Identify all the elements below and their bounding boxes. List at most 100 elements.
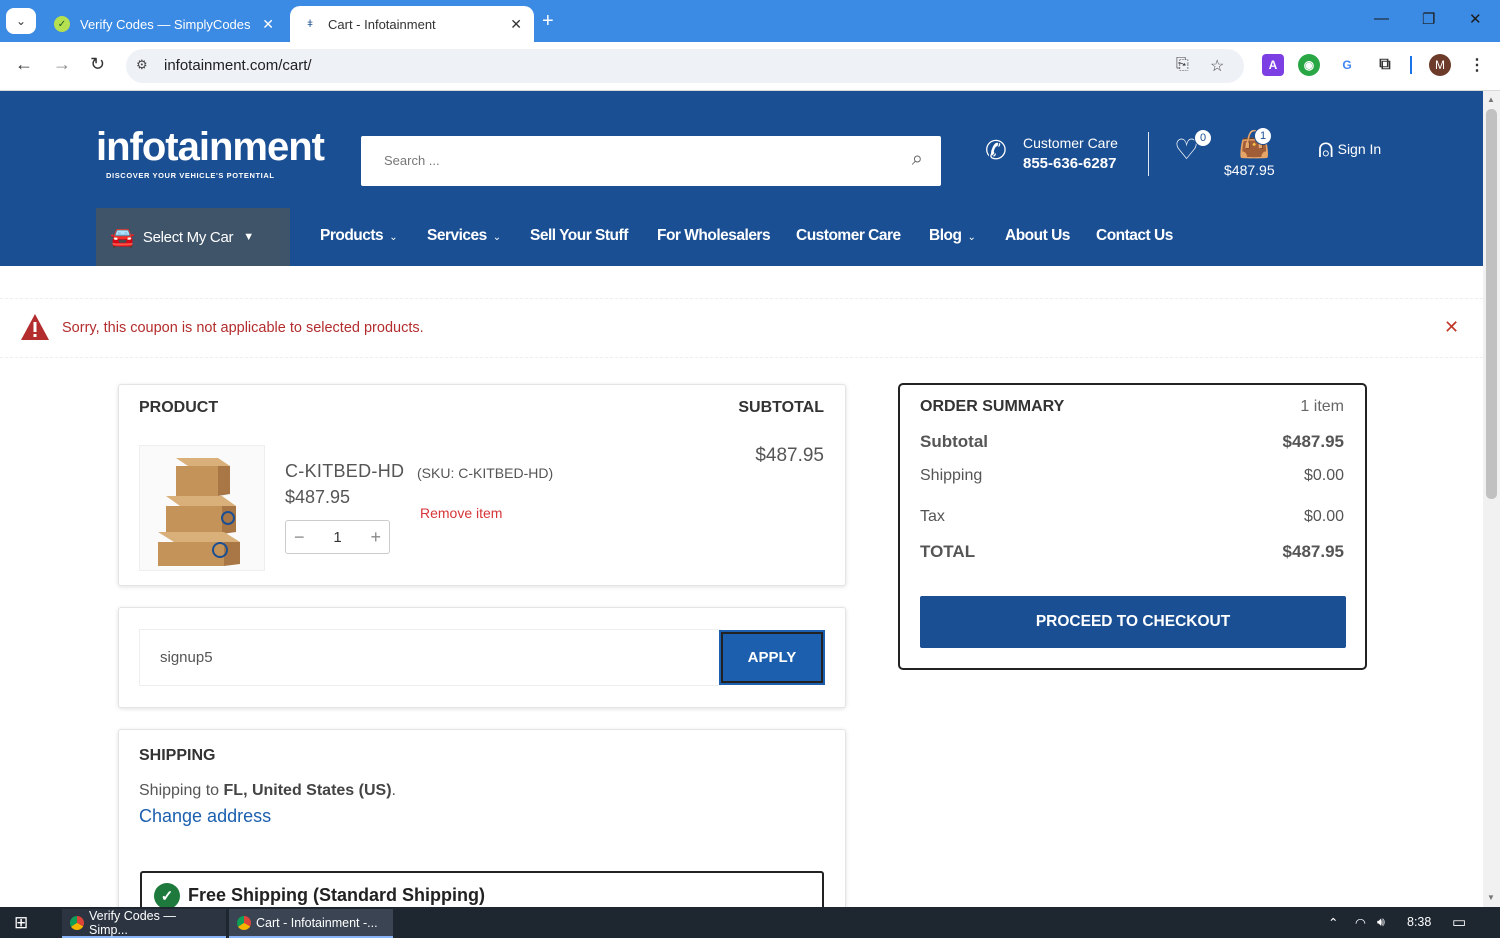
task-view-icon[interactable]: ⊞	[14, 913, 28, 933]
close-icon[interactable]: ✕	[1444, 317, 1459, 338]
restore-icon[interactable]: ❐	[1422, 10, 1435, 28]
sign-in-link[interactable]: ⍝ Sign In	[1318, 133, 1381, 165]
translate-icon[interactable]: ⎘	[1176, 56, 1189, 74]
forward-arrow-icon[interactable]: →	[53, 54, 71, 75]
profile-initial: M	[1435, 58, 1445, 72]
remove-item-link[interactable]: Remove item	[420, 505, 502, 521]
infotainment-favicon-icon: ǂ	[307, 18, 313, 30]
total-value: $487.95	[1282, 542, 1344, 561]
extension-green-icon[interactable]: ◉	[1298, 54, 1320, 76]
product-price: $487.95	[285, 487, 351, 507]
profile-avatar[interactable]: M	[1429, 54, 1451, 76]
summary-subtotal-row: Subtotal $487.95	[920, 432, 1344, 452]
browser-menu-icon[interactable]: ⋮	[1466, 54, 1488, 76]
nav-label: Sell Your Stuff	[530, 227, 628, 244]
infotainment-logo[interactable]: infotainment DISCOVER YOUR VEHICLE'S POT…	[96, 125, 325, 180]
site-info-icon[interactable]: ⚙	[136, 57, 148, 73]
subtotal-value: $487.95	[1282, 432, 1344, 451]
nav-blog[interactable]: Blog ⌄	[929, 227, 976, 245]
wishlist-count-badge: 0	[1194, 129, 1212, 147]
extension-a-icon[interactable]: A	[1262, 54, 1284, 76]
tax-value: $0.00	[1303, 508, 1344, 525]
scroll-up-icon[interactable]: ▲	[1487, 95, 1495, 104]
shipping-suffix: .	[391, 782, 396, 799]
page-scrollbar[interactable]: ▲ ▼	[1483, 91, 1500, 907]
wishlist-button[interactable]: ♡ 0	[1174, 129, 1212, 166]
quantity-value[interactable]: 1	[333, 529, 341, 546]
tray-chevron-up-icon[interactable]: ⌃	[1328, 915, 1338, 930]
scrollbar-thumb[interactable]	[1486, 109, 1497, 499]
reload-icon[interactable]: ↻	[90, 54, 105, 75]
simplycodes-favicon-icon: ✓	[54, 16, 70, 32]
shipping-value: $0.00	[1303, 467, 1344, 484]
change-address-link[interactable]: Change address	[139, 806, 271, 827]
google-translate-extension-icon[interactable]: G	[1336, 54, 1358, 76]
wifi-icon[interactable]: ◠	[1355, 915, 1366, 930]
proceed-to-checkout-button[interactable]: PROCEED TO CHECKOUT	[920, 596, 1346, 648]
apply-coupon-button[interactable]: APPLY	[719, 630, 825, 685]
cart-items-card: PRODUCT SUBTOTAL C-KITBED-HD (SKU: C-KIT…	[118, 384, 846, 586]
minimize-icon[interactable]: —	[1374, 10, 1389, 27]
logo-wordmark: infotainment	[96, 125, 325, 169]
search-input[interactable]: Search ... ⌕	[361, 136, 941, 186]
summary-item-count: 1 item	[1300, 398, 1344, 415]
product-sku: (SKU: C-KITBED-HD)	[417, 465, 554, 481]
close-tab-icon[interactable]: ✕	[262, 16, 274, 33]
minus-icon[interactable]: −	[294, 527, 305, 548]
product-thumbnail[interactable]	[139, 445, 265, 571]
browser-tab-bar: ⌄ ✓ Verify Codes — SimplyCodes ✕ ǂ Cart …	[0, 0, 1500, 42]
cart-button[interactable]: 👜 1	[1238, 127, 1272, 160]
extensions-puzzle-icon[interactable]: ⧉	[1374, 54, 1396, 76]
line-subtotal: $487.95	[755, 445, 824, 466]
search-icon[interactable]: ⌕	[912, 148, 923, 171]
coupon-code-input[interactable]: signup5	[139, 629, 721, 686]
tab-search-button[interactable]: ⌄	[6, 8, 36, 34]
nav-label: Customer Care	[796, 227, 901, 244]
nav-services[interactable]: Services ⌄	[427, 227, 501, 245]
clock-time[interactable]: 8:38	[1407, 915, 1431, 929]
back-arrow-icon[interactable]: ←	[15, 54, 33, 75]
select-my-car-label: Select My Car	[142, 228, 234, 246]
url-text[interactable]: infotainment.com/cart/	[164, 57, 312, 74]
sign-in-label: Sign In	[1337, 141, 1382, 157]
taskbar-app-title: Cart - Infotainment -...	[256, 915, 378, 930]
nav-products[interactable]: Products ⌄	[320, 227, 398, 245]
select-my-car-button[interactable]: 🚘 Select My Car ▼	[96, 208, 290, 266]
nav-contact-us[interactable]: Contact Us	[1096, 227, 1173, 245]
shipping-label: Shipping	[920, 467, 983, 484]
tab-cart-infotainment[interactable]: ǂ Cart - Infotainment ✕	[290, 6, 534, 42]
nav-about-us[interactable]: About Us	[1005, 227, 1070, 245]
tab-title: Verify Codes — SimplyCodes	[80, 16, 251, 32]
omnibox[interactable]: ⚙ infotainment.com/cart/ ⎘ ☆	[126, 49, 1244, 83]
warning-icon	[21, 314, 49, 340]
taskbar-app-verify-codes[interactable]: Verify Codes — Simp...	[62, 909, 226, 938]
bookmark-star-icon[interactable]: ☆	[1210, 56, 1224, 76]
coupon-error-notice: Sorry, this coupon is not applicable to …	[0, 298, 1483, 358]
close-tab-icon[interactable]: ✕	[510, 16, 522, 33]
nav-label: Products	[320, 227, 384, 244]
plus-icon[interactable]: +	[370, 527, 381, 548]
order-summary: ORDER SUMMARY 1 item Subtotal $487.95 Sh…	[898, 383, 1367, 670]
product-name[interactable]: C-KITBED-HD	[285, 461, 404, 482]
taskbar-app-cart[interactable]: Cart - Infotainment -...	[229, 909, 393, 938]
subtotal-label: Subtotal	[920, 432, 988, 451]
quantity-stepper[interactable]: − 1 +	[285, 520, 390, 554]
nav-sell-your-stuff[interactable]: Sell Your Stuff	[530, 227, 628, 245]
cart-total-amount[interactable]: $487.95	[1224, 162, 1275, 178]
customer-care-phone[interactable]: 855-636-6287	[1023, 155, 1116, 172]
new-tab-button[interactable]: +	[542, 10, 554, 33]
close-window-icon[interactable]: ✕	[1469, 10, 1482, 28]
chevron-down-icon: ⌄	[389, 232, 398, 243]
scroll-down-icon[interactable]: ▼	[1487, 893, 1495, 902]
nav-label: For Wholesalers	[657, 227, 771, 244]
summary-shipping-row: Shipping $0.00	[920, 467, 1344, 485]
shipping-title: SHIPPING	[139, 747, 216, 764]
volume-icon[interactable]: 🔊︎	[1377, 915, 1385, 930]
checkmark-icon: ✓	[154, 883, 180, 909]
site-header: infotainment DISCOVER YOUR VEHICLE'S POT…	[0, 91, 1483, 208]
nav-for-wholesalers[interactable]: For Wholesalers	[657, 227, 771, 245]
notifications-icon[interactable]: ▭	[1452, 913, 1466, 931]
tab-verify-codes[interactable]: ✓ Verify Codes — SimplyCodes ✕	[42, 6, 286, 42]
shipping-prefix: Shipping to	[139, 782, 224, 799]
nav-customer-care[interactable]: Customer Care	[796, 227, 901, 245]
